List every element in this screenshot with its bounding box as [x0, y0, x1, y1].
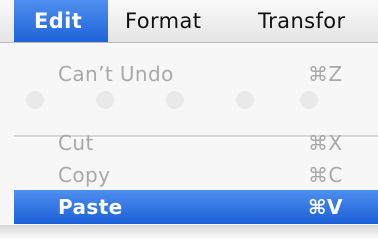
menu-drop-shadow	[0, 225, 378, 240]
menu-item-copy-shortcut: ⌘C	[308, 163, 343, 187]
menu-item-cut-label: Cut	[58, 131, 94, 155]
menu-bar: Edit Format Transfor	[0, 0, 378, 43]
menu-item-cut[interactable]: Cut ⌘X	[14, 126, 378, 160]
background-icon	[236, 91, 254, 109]
background-icon	[300, 91, 318, 109]
menu-item-paste[interactable]: Paste ⌘V	[14, 190, 378, 224]
menu-item-copy-label: Copy	[58, 163, 111, 187]
menu-item-undo-label: Can’t Undo	[58, 62, 174, 86]
background-icon	[166, 91, 184, 109]
menu-item-paste-shortcut: ⌘V	[308, 195, 343, 219]
menu-format[interactable]: Format	[125, 0, 201, 42]
menu-item-paste-label: Paste	[58, 195, 123, 219]
background-icon	[96, 91, 114, 109]
background-icon	[26, 91, 44, 109]
menu-item-copy[interactable]: Copy ⌘C	[14, 158, 378, 192]
menu-transform[interactable]: Transfor	[258, 0, 346, 42]
menu-item-undo[interactable]: Can’t Undo ⌘Z	[14, 57, 378, 91]
menu-item-cut-shortcut: ⌘X	[308, 131, 343, 155]
menu-item-undo-shortcut: ⌘Z	[308, 62, 343, 86]
edit-menu-dropdown: Can’t Undo ⌘Z Cut ⌘X Copy ⌘C Paste ⌘V	[0, 43, 378, 225]
menu-edit[interactable]: Edit	[14, 0, 108, 42]
